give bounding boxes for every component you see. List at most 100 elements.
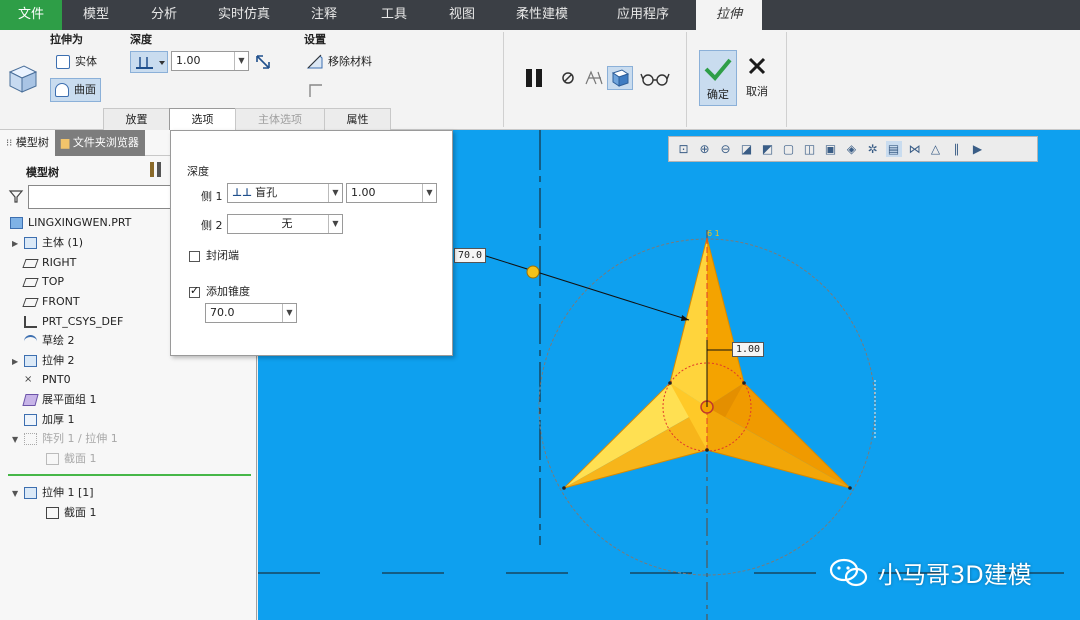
tab-tools[interactable]: 工具 [358,0,430,30]
vertex [848,486,852,490]
tree-item-label: PRT_CSYS_DEF [42,315,124,328]
tree-item-part[interactable]: LINGXINGWEN.PRT [10,214,131,232]
watermark-text: 小马哥3D建模 [878,561,1032,589]
tree-search-input[interactable] [28,185,172,209]
verify-glasses-icon[interactable] [640,70,670,86]
tab-model-tree[interactable]: ⁝⁝ 模型树 [0,130,55,156]
tree-item-sketch-2[interactable]: 草绘 2 [24,332,75,350]
options-panel: 深度 侧 1 ⊥⊥盲孔 ▼ 1.00 ▼ 侧 2 无 ▼ 封闭端 添加锥度 70… [170,130,453,356]
tip-label: 6 1 [707,229,720,238]
tab-applications[interactable]: 应用程序 [590,0,696,30]
tree-item-right[interactable]: RIGHT [22,254,77,272]
close-icon [748,57,766,75]
tree-item-label: 展平面组 1 [42,393,97,406]
tab-analysis[interactable]: 分析 [130,0,198,30]
tab-file[interactable]: 文件 [0,0,62,30]
subtab-placement[interactable]: 放置 [103,108,170,130]
depth-label: 深度 [130,33,152,46]
tab-model[interactable]: 模型 [62,0,130,30]
add-taper-option[interactable]: 添加锥度 [189,283,250,299]
side1-depth-value-input[interactable]: 1.00 ▼ [346,183,437,203]
tab-folder-browser-label: 文件夹浏览器 [72,136,139,149]
ok-button[interactable]: 确定 [699,50,737,106]
tree-item-thicken-1[interactable]: 加厚 1 [24,411,75,429]
tree-item-label: 主体 (1) [42,236,84,249]
geometry-preview-icon[interactable] [583,68,605,88]
tree-item-extrude-2[interactable]: ▶ 拉伸 2 [12,352,75,370]
cancel-button[interactable]: 取消 [740,54,774,106]
tab-folder-browser[interactable]: ▆ 文件夹浏览器 [54,130,145,156]
side2-depth-type: 无 [281,217,293,230]
tree-item-label: 拉伸 1 [1] [42,486,94,499]
blind-depth-icon [136,57,165,69]
remove-material-icon [306,54,323,69]
taper-angle-input[interactable]: 70.0 ▼ [205,303,297,323]
subtab-properties[interactable]: 属性 [324,108,391,130]
tab-simulation[interactable]: 实时仿真 [198,0,290,30]
tree-settings-icon[interactable] [146,160,166,180]
expand-icon[interactable]: ▶ [12,235,24,253]
capped-ends-option[interactable]: 封闭端 [189,247,239,263]
ribbon-divider [503,32,504,127]
chevron-down-icon[interactable]: ▼ [328,215,342,233]
insert-here-indicator[interactable] [8,474,251,476]
extrude-feature-icon [8,65,38,93]
extrude-icon [24,487,37,499]
tree-item-front[interactable]: FRONT [22,293,80,311]
no-preview-icon[interactable] [560,70,576,86]
tree-item-section-1-dim[interactable]: 截面 1 [46,450,97,468]
pattern-icon [24,433,37,445]
subtab-body-options[interactable]: 主体选项 [235,108,325,130]
filter-icon[interactable] [8,188,24,204]
tree-item-extrude-1-active[interactable]: ▼ 拉伸 1 [1] [12,484,94,502]
collapse-icon[interactable]: ▼ [12,431,24,449]
depth-value-input[interactable]: 1.00 ▼ [171,51,249,71]
tab-flexible-modeling[interactable]: 柔性建模 [494,0,590,30]
chevron-down-icon[interactable]: ▼ [282,304,296,322]
solid-button[interactable]: 实体 [52,52,101,74]
flip-direction-icon[interactable] [254,52,274,72]
taper-drag-handle[interactable] [526,265,540,279]
capped-ends-label: 封闭端 [206,249,239,262]
options-depth-label: 深度 [187,165,209,178]
collapse-icon[interactable]: ▼ [12,485,24,503]
side1-depth-type-dropdown[interactable]: ⊥⊥ 盲孔 ▼ [227,183,343,203]
depth-type-dropdown[interactable] [130,51,168,73]
side2-label: 侧 2 [201,219,223,232]
vertex [562,486,566,490]
tree-item-csys[interactable]: PRT_CSYS_DEF [24,313,123,331]
tree-item-label: RIGHT [42,256,77,269]
surface-button[interactable]: 曲面 [50,78,101,102]
tab-extrude[interactable]: 拉伸 [696,0,762,30]
tree-item-pnt0[interactable]: × PNT0 [24,371,71,389]
thicken-sketch-icon[interactable] [308,83,324,99]
depth-dimension[interactable]: 1.00 [732,342,765,357]
tree-item-label: PNT0 [42,373,71,386]
ribbon-divider [786,32,787,127]
tree-item-flatten-quilt[interactable]: 展平面组 1 [22,391,97,409]
subtab-options[interactable]: 选项 [169,108,236,131]
blind-depth-icon: ⊥⊥ [232,186,253,199]
feature-preview-button[interactable] [607,66,633,90]
remove-material-button[interactable]: 移除材料 [306,52,372,72]
tree-item-pattern-1[interactable]: ▼ 阵列 1 / 拉伸 1 [12,430,118,448]
tab-view[interactable]: 视图 [430,0,494,30]
taper-angle-dimension[interactable]: 70.0 [454,248,487,263]
chevron-down-icon[interactable]: ▼ [234,52,248,70]
tree-item-top[interactable]: TOP [22,273,64,291]
taper-angle-value: 70.0 [210,306,235,319]
dashboard-subtabs: 放置 选项 主体选项 属性 [103,108,391,131]
chevron-down-icon[interactable]: ▼ [422,184,436,202]
tab-annotate[interactable]: 注释 [290,0,358,30]
chevron-down-icon[interactable]: ▼ [328,184,342,202]
solid-icon [56,55,70,69]
capped-ends-checkbox[interactable] [189,250,200,262]
tree-item-section-1-active[interactable]: 截面 1 [46,504,97,522]
wechat-icon [829,558,868,586]
pause-icon[interactable] [522,66,548,90]
side2-depth-type-dropdown[interactable]: 无 ▼ [227,214,343,234]
tree-item-bodies[interactable]: ▶ 主体 (1) [12,234,83,252]
expand-icon[interactable]: ▶ [12,353,24,371]
add-taper-checkbox[interactable] [189,284,200,298]
check-icon [704,58,732,81]
